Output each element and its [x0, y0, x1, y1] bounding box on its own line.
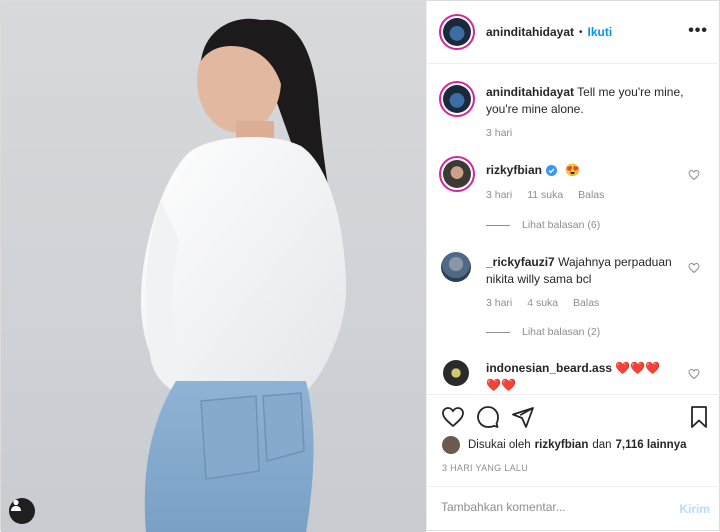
- likes-prefix: Disukai oleh: [468, 439, 531, 451]
- tag-people-button[interactable]: [9, 498, 35, 524]
- reply-button[interactable]: Balas: [573, 297, 599, 309]
- view-replies-label: Lihat balasan (2): [522, 326, 601, 338]
- action-bar: [427, 394, 720, 439]
- post-side-panel: aninditahidayat • Ikuti ••• aninditahida…: [426, 1, 720, 532]
- caption-meta: 3 hari: [486, 127, 524, 139]
- likes-connector: dan: [592, 439, 612, 451]
- header-separator: •: [579, 26, 583, 38]
- comment-like-icon[interactable]: [688, 169, 700, 181]
- tag-people-icon: [11, 499, 21, 511]
- comment-likes[interactable]: 4 suka: [527, 297, 558, 309]
- post-photo[interactable]: [1, 1, 426, 532]
- comment-text-block: _rickyfauzi7 Wajahnya perpaduan nikita w…: [486, 254, 691, 288]
- view-replies[interactable]: Lihat balasan (6): [486, 219, 600, 231]
- comment-like-icon[interactable]: [688, 368, 700, 380]
- caption-text-block: aninditahidayat Tell me you're mine, you…: [486, 84, 691, 118]
- caption-avatar[interactable]: [439, 81, 475, 117]
- bookmark-icon[interactable]: [687, 405, 711, 429]
- author-username[interactable]: aninditahidayat: [486, 25, 574, 39]
- likes-others[interactable]: 7,116 lainnya: [616, 439, 687, 451]
- comment-text-block: indonesian_beard.ass ❤️❤️❤️ ❤️❤️: [486, 360, 666, 394]
- author-avatar[interactable]: [439, 14, 475, 50]
- commenter-avatar[interactable]: [439, 156, 475, 192]
- likes-summary: Disukai oleh rizkyfbian dan 7,116 lainny…: [442, 436, 687, 454]
- post-header: aninditahidayat • Ikuti •••: [427, 1, 720, 64]
- post-window: aninditahidayat • Ikuti ••• aninditahida…: [0, 0, 720, 532]
- comment-likes[interactable]: 11 suka: [527, 189, 563, 201]
- comment-text: 😍: [565, 163, 580, 177]
- more-options-icon[interactable]: •••: [688, 22, 708, 40]
- photo-illustration: [141, 18, 346, 532]
- view-replies-label: Lihat balasan (6): [522, 219, 601, 231]
- comments-list: aninditahidayat Tell me you're mine, you…: [427, 64, 720, 394]
- comment-meta: 3 hari 11 suka Balas: [486, 189, 616, 201]
- add-comment-bar: Kirim: [427, 486, 720, 532]
- share-icon[interactable]: [511, 405, 535, 429]
- caption-username[interactable]: aninditahidayat: [486, 85, 574, 99]
- comment-icon[interactable]: [476, 405, 500, 429]
- replies-divider: [486, 224, 510, 226]
- commenter-avatar[interactable]: [443, 360, 469, 386]
- comment-username[interactable]: indonesian_beard.ass: [486, 361, 612, 375]
- post-comment-button[interactable]: Kirim: [679, 502, 710, 516]
- liker-avatar[interactable]: [442, 436, 460, 454]
- comment-username[interactable]: rizkyfbian: [486, 162, 542, 179]
- comment-time[interactable]: 3 hari: [486, 189, 512, 201]
- comment-username[interactable]: _rickyfauzi7: [486, 255, 555, 269]
- comment-meta: 3 hari 4 suka Balas: [486, 297, 611, 309]
- follow-button[interactable]: Ikuti: [588, 25, 613, 39]
- comment-time[interactable]: 3 hari: [486, 297, 512, 309]
- heart-icon[interactable]: [441, 405, 465, 429]
- replies-divider: [486, 331, 510, 333]
- add-comment-input[interactable]: [441, 500, 661, 514]
- caption-time[interactable]: 3 hari: [486, 127, 512, 139]
- reply-button[interactable]: Balas: [578, 189, 604, 201]
- post-date[interactable]: 3 HARI YANG LALU: [442, 463, 528, 473]
- liker-username[interactable]: rizkyfbian: [535, 439, 589, 451]
- verified-badge-icon: [546, 165, 558, 176]
- comment-text-block: rizkyfbian 😍: [486, 162, 691, 179]
- commenter-avatar[interactable]: [441, 252, 471, 282]
- view-replies[interactable]: Lihat balasan (2): [486, 326, 600, 338]
- comment-like-icon[interactable]: [688, 262, 700, 274]
